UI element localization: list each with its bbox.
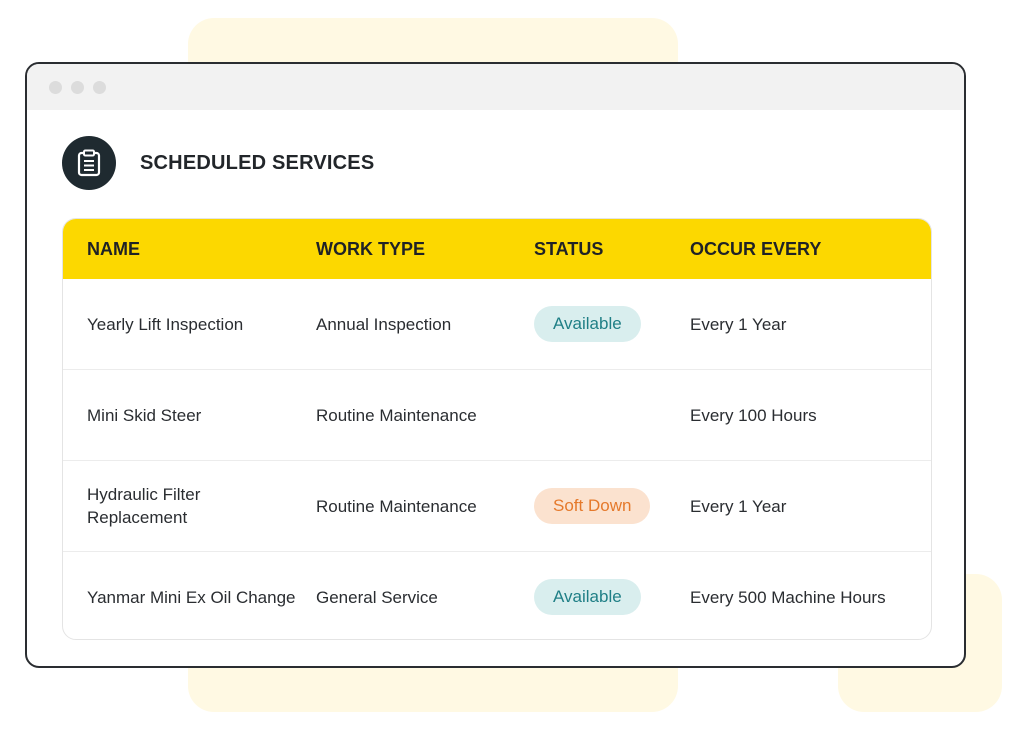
table-header: NAME WORK TYPE STATUS OCCUR EVERY [63, 219, 931, 279]
column-header-name[interactable]: NAME [87, 239, 297, 260]
window-dot [71, 80, 84, 94]
service-name: Yanmar Mini Ex Oil Change [87, 587, 296, 607]
table-row[interactable]: Hydraulic Filter Replacement Routine Mai… [63, 461, 931, 552]
app-window: SCHEDULED SERVICES NAME WORK TYPE STATUS… [25, 62, 966, 668]
status-badge: Available [534, 306, 641, 342]
table-row[interactable]: Mini Skid Steer Routine Maintenance Ever… [63, 370, 931, 461]
service-name: Hydraulic Filter Replacement [87, 485, 201, 527]
work-type: Routine Maintenance [316, 496, 477, 516]
status-badge: Soft Down [534, 488, 651, 524]
work-type: General Service [316, 587, 438, 607]
column-header-occur-every[interactable]: OCCUR EVERY [690, 239, 930, 260]
occur-every: Every 1 Year [690, 496, 787, 516]
occur-every: Every 1 Year [690, 314, 787, 334]
occur-every: Every 100 Hours [690, 405, 817, 425]
section-header: SCHEDULED SERVICES [62, 136, 374, 190]
work-type: Annual Inspection [316, 314, 452, 334]
service-name: Yearly Lift Inspection [87, 314, 244, 334]
page-title: SCHEDULED SERVICES [140, 151, 375, 174]
window-dot [49, 80, 62, 94]
window-dot [93, 80, 106, 94]
status-badge: Available [534, 579, 641, 615]
service-name: Mini Skid Steer [87, 405, 202, 425]
occur-every: Every 500 Machine Hours [690, 587, 886, 607]
window-titlebar [27, 64, 964, 110]
clipboard-icon [62, 136, 116, 190]
status-cell: Available [534, 306, 674, 342]
table-row[interactable]: Yearly Lift Inspection Annual Inspection… [63, 279, 931, 370]
column-header-work-type[interactable]: WORK TYPE [316, 239, 516, 260]
status-cell: Soft Down [534, 488, 674, 524]
work-type: Routine Maintenance [316, 405, 477, 425]
column-header-status[interactable]: STATUS [534, 239, 674, 260]
stage: SCHEDULED SERVICES NAME WORK TYPE STATUS… [0, 0, 1024, 732]
table-row[interactable]: Yanmar Mini Ex Oil Change General Servic… [63, 552, 931, 639]
scheduled-services-table: NAME WORK TYPE STATUS OCCUR EVERY Yearly… [62, 218, 932, 640]
status-cell: Available [534, 579, 674, 615]
